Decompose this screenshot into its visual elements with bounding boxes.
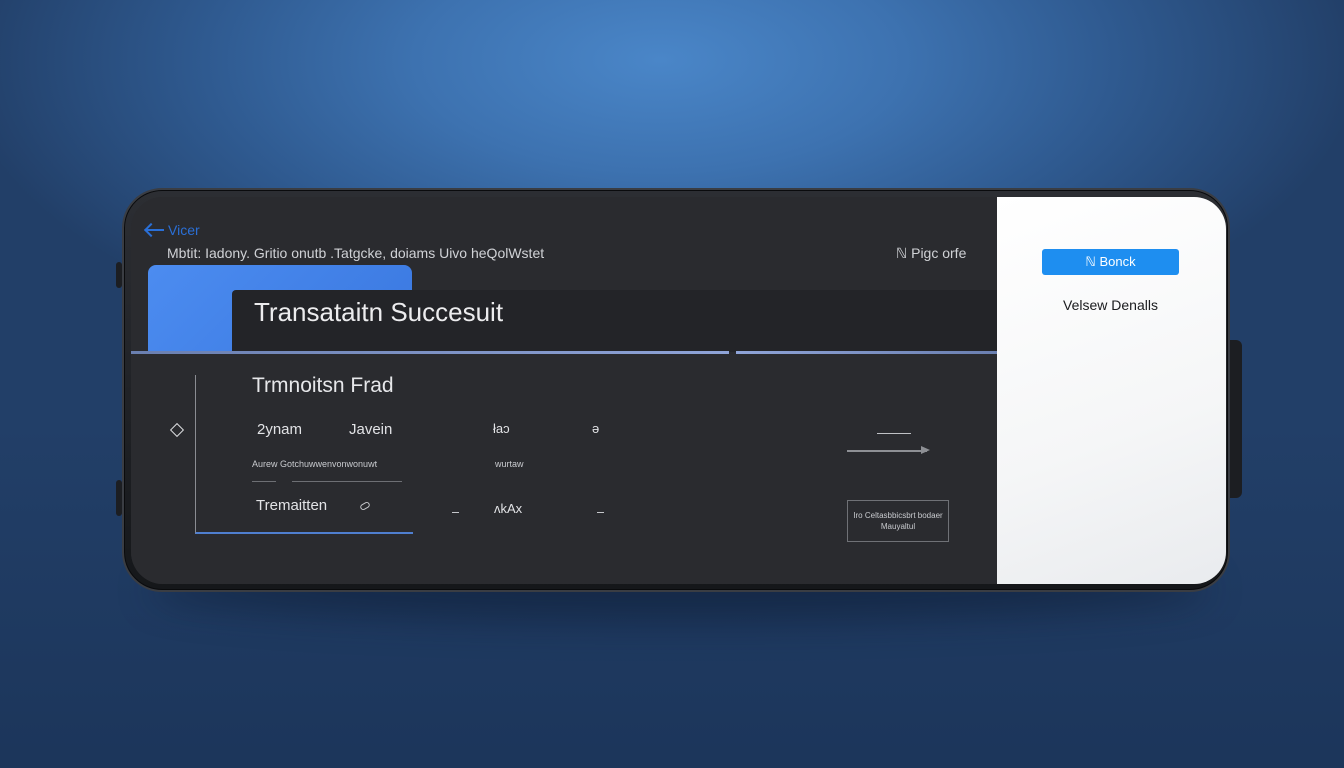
page-reference[interactable]: ℕ Pigc orfe xyxy=(896,245,966,262)
note-box[interactable]: Iro Celtasbbicsbrt bodaer Mauyaltul xyxy=(847,500,949,542)
divider xyxy=(736,351,997,354)
note-line: Iro Celtasbbicsbrt bodaer xyxy=(853,511,943,520)
transaction-value: ʌkAx xyxy=(494,501,523,516)
detail-subtext: Aurew Gotchuwwenvonwonuwt xyxy=(252,459,378,469)
main-pane: Vicer Mbtit: Iadony. Gritio onutb .Tatgc… xyxy=(131,197,997,584)
detail-cell: 2ynam xyxy=(257,421,303,438)
page-title: Transataitn Succesuit xyxy=(254,297,504,327)
back-button[interactable]: ℕ Bonck xyxy=(1042,249,1179,275)
divider xyxy=(252,481,276,482)
device-side-button xyxy=(1230,340,1242,498)
note-line: Mauyaltul xyxy=(880,522,916,531)
dash-separator xyxy=(597,512,604,513)
divider xyxy=(877,433,911,434)
arrow-right-icon xyxy=(847,450,927,452)
breadcrumb: Mbtit: Iadony. Gritio onutb .Tatgcke, do… xyxy=(167,245,545,261)
divider xyxy=(292,481,402,482)
arrow-right-icon xyxy=(921,446,930,454)
transaction-label: Tremaitten xyxy=(256,497,328,514)
dash-separator xyxy=(452,512,459,513)
section-title: Trmnoitsn Frad xyxy=(252,374,394,397)
arrow-left-icon xyxy=(144,223,166,237)
divider xyxy=(131,351,729,354)
detail-cell: ə xyxy=(592,421,600,436)
view-details-link[interactable]: Velsew Denalls xyxy=(1042,297,1179,313)
back-label: Vicer xyxy=(168,222,200,238)
diamond-icon[interactable] xyxy=(169,422,185,438)
detail-cell: łaɔ xyxy=(493,421,510,436)
detail-cell: Javein xyxy=(349,421,393,438)
detail-subtext: wurtaw xyxy=(495,459,524,469)
back-link[interactable]: Vicer xyxy=(144,221,200,239)
